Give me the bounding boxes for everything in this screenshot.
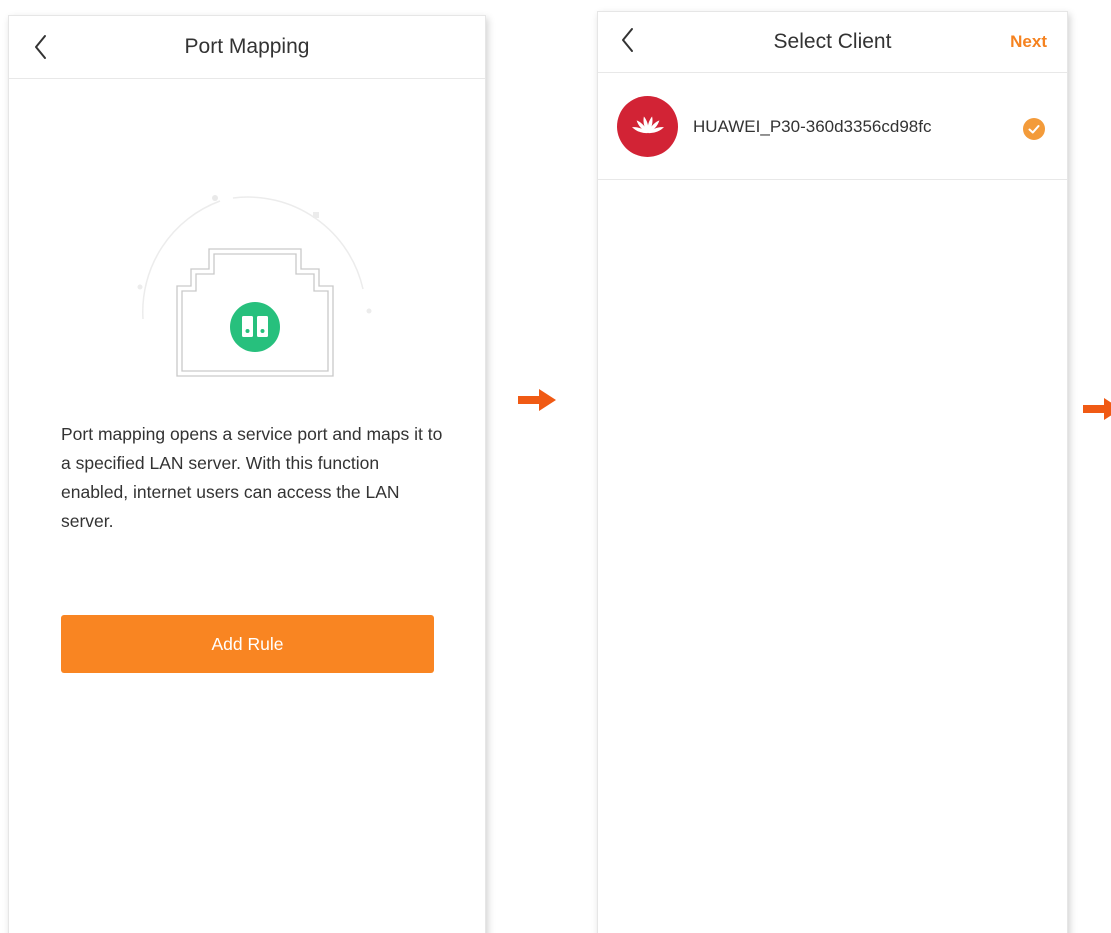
- huawei-logo-icon: [617, 96, 678, 157]
- lan-port-icon: [137, 195, 372, 377]
- back-button[interactable]: [33, 32, 55, 62]
- stage: Port Mapping Port mapping opens a servic…: [0, 0, 1111, 933]
- description-text: Port mapping opens a service port and ma…: [61, 424, 443, 531]
- page-title: Select Client: [773, 30, 892, 53]
- arrow-right-icon: [518, 389, 556, 411]
- page-title: Port Mapping: [184, 35, 310, 58]
- port-mapping-screen: Port Mapping Port mapping opens a servic…: [8, 15, 486, 933]
- add-rule-button[interactable]: Add Rule: [61, 615, 434, 673]
- nav-bar: Port Mapping: [9, 16, 485, 79]
- next-button[interactable]: Next: [1010, 32, 1047, 52]
- chevron-left-icon: [35, 35, 46, 59]
- nav-bar: Select Client Next: [598, 12, 1067, 73]
- arrow-right-icon: [1083, 398, 1111, 420]
- client-list-item[interactable]: HUAWEI_P30-360d3356cd98fc: [598, 73, 1067, 180]
- back-button[interactable]: [620, 25, 642, 55]
- client-name: HUAWEI_P30-360d3356cd98fc: [693, 117, 932, 136]
- select-client-screen: Select Client Next HUAWEI_P30-360d3356cd…: [597, 11, 1068, 933]
- checkmark-icon[interactable]: [1023, 118, 1045, 140]
- chevron-left-icon: [622, 28, 633, 52]
